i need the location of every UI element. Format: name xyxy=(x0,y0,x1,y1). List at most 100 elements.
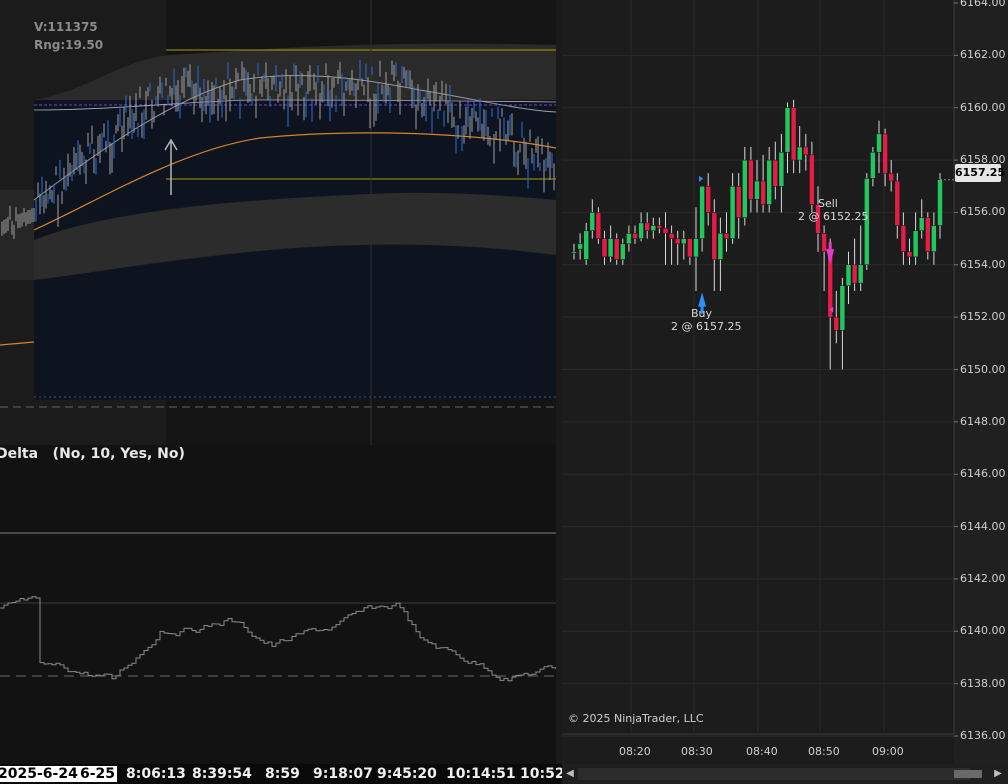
candle-body xyxy=(601,238,608,258)
time-label: 9:18:07 xyxy=(313,766,373,782)
buy-detail: 2 @ 6157.25 xyxy=(671,320,742,333)
price-label: 6164.00 xyxy=(960,0,1006,9)
candle-body xyxy=(784,107,791,153)
candle-body xyxy=(613,238,620,260)
date-label: 6-25 xyxy=(78,766,118,782)
left-chart-panel[interactable]: V:111375 Rng:19.50 Delta (No, 10, Yes, N… xyxy=(0,0,556,764)
candle-body xyxy=(857,264,864,284)
time-label: 10:52 xyxy=(520,766,565,782)
candle-body xyxy=(607,238,614,258)
time-label: 9:45:20 xyxy=(377,766,437,782)
candle-body xyxy=(870,151,876,179)
time-label: 8:06:13 xyxy=(126,766,186,782)
candle-body xyxy=(687,238,693,258)
candle-body xyxy=(760,180,766,205)
candle-body xyxy=(668,233,675,239)
candle-body xyxy=(821,233,827,252)
candle-body xyxy=(778,151,785,187)
scroll-track[interactable] xyxy=(578,768,982,780)
candle-body xyxy=(925,217,931,252)
candlestick-chart[interactable] xyxy=(562,0,1008,764)
candle-body xyxy=(931,225,937,252)
price-label: 6158.00 xyxy=(960,153,1006,167)
candle-body xyxy=(888,172,894,182)
candle-body xyxy=(754,180,760,200)
candle-body xyxy=(620,243,626,260)
scroll-thumb[interactable] xyxy=(954,770,982,778)
horizontal-scrollbar[interactable]: ◀ ▶ xyxy=(562,764,1008,784)
candle-body xyxy=(650,225,657,232)
sell-label: Sell xyxy=(818,197,838,210)
time-label: 08:30 xyxy=(681,745,713,758)
price-label: 6152.00 xyxy=(960,310,1006,324)
candle-body xyxy=(900,225,907,252)
time-label: 08:50 xyxy=(808,745,840,758)
candle-body xyxy=(705,186,711,213)
candle-body xyxy=(937,179,943,226)
left-chart-canvas xyxy=(0,0,556,764)
time-label: 08:20 xyxy=(619,745,651,758)
left-band-fill xyxy=(0,190,34,280)
candle-body xyxy=(626,233,632,245)
price-label: 6138.00 xyxy=(960,676,1006,690)
candle-body xyxy=(729,186,736,239)
candle-body xyxy=(766,159,772,205)
price-label: 6154.00 xyxy=(960,257,1006,271)
candle-body xyxy=(644,222,650,232)
candle-body xyxy=(796,146,803,161)
candle-body xyxy=(583,230,589,260)
candle-body xyxy=(918,217,925,232)
candle-body xyxy=(809,154,815,205)
candle-body xyxy=(699,186,705,239)
candle-body xyxy=(723,233,730,239)
range-stat: Rng:19.50 xyxy=(34,38,104,52)
sell-detail: 2 @ 6152.25 xyxy=(798,210,869,223)
indicator-label: Delta (No, 10, Yes, No) xyxy=(0,446,185,462)
volume-stat: V:111375 xyxy=(34,20,98,34)
current-price-badge: 6157.25 xyxy=(955,164,1005,182)
scroll-right-icon[interactable]: ▶ xyxy=(992,767,1004,781)
candle-body xyxy=(906,251,913,258)
candle-body xyxy=(577,243,583,250)
price-label: 6148.00 xyxy=(960,414,1006,428)
candle-body xyxy=(674,238,681,245)
price-label: 6150.00 xyxy=(960,362,1006,376)
copyright-text: © 2025 NinjaTrader, LLC xyxy=(568,712,704,725)
candle-body xyxy=(742,159,748,218)
candle-body xyxy=(571,251,577,254)
candle-body xyxy=(790,107,797,161)
candle-body xyxy=(711,212,718,260)
candle-body xyxy=(772,159,779,187)
buy-label: Buy xyxy=(691,307,713,320)
time-label: 10:14:51 xyxy=(446,766,516,782)
price-label: 6144.00 xyxy=(960,519,1006,533)
price-axis-background xyxy=(954,0,1008,764)
candle-body xyxy=(876,133,882,153)
candle-body xyxy=(912,230,919,258)
price-label: 6142.00 xyxy=(960,571,1006,585)
candle-body xyxy=(693,238,699,258)
candle-body xyxy=(681,238,687,245)
candle-body xyxy=(632,233,638,239)
price-label: 6160.00 xyxy=(960,100,1006,114)
price-label: 6146.00 xyxy=(960,467,1006,481)
time-label: 09:00 xyxy=(872,745,904,758)
right-chart-panel[interactable]: 6157.25 Buy 2 @ 6157.25 Sell 2 @ 6152.25… xyxy=(562,0,1008,764)
candle-body xyxy=(748,159,754,200)
candle-body xyxy=(735,186,742,218)
price-label: 6136.00 xyxy=(960,729,1006,742)
candle-body xyxy=(833,316,840,331)
price-label: 6162.00 xyxy=(960,48,1006,62)
scroll-left-icon[interactable]: ◀ xyxy=(564,767,576,781)
price-label: 6140.00 xyxy=(960,624,1006,638)
date-label: 2025-6-24 xyxy=(0,766,80,782)
candle-body xyxy=(894,180,901,226)
candle-body xyxy=(589,212,596,232)
candle-body xyxy=(882,133,888,174)
time-label: 8:59 xyxy=(265,766,300,782)
candle-body xyxy=(595,212,602,239)
candle-body xyxy=(717,233,724,260)
time-label: 8:39:54 xyxy=(192,766,252,782)
price-label: 6156.00 xyxy=(960,205,1006,219)
time-label: 08:40 xyxy=(746,745,778,758)
